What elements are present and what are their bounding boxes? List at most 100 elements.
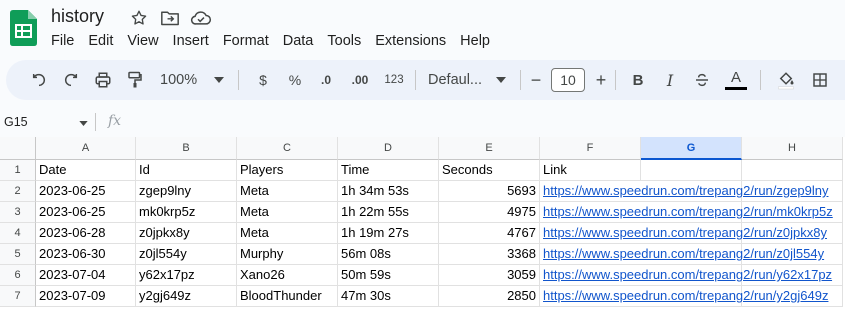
table-cell[interactable]: Meta [237,202,338,223]
increase-font-size-button[interactable]: + [593,66,609,94]
row-header-6[interactable]: 6 [0,265,36,286]
table-cell[interactable]: z0jpkx8y [136,223,237,244]
table-cell[interactable]: 5693 [439,181,540,202]
table-cell[interactable]: 2023-06-28 [36,223,136,244]
select-all-corner[interactable] [0,137,36,160]
header-cell[interactable]: Id [136,160,237,181]
formula-input[interactable] [140,113,840,131]
table-cell[interactable]: 2023-06-30 [36,244,136,265]
table-cell[interactable]: BloodThunder [237,286,338,307]
number-format-button[interactable]: 123 [381,66,407,94]
menu-data[interactable]: Data [276,31,321,51]
table-cell[interactable]: 4975 [439,202,540,223]
fx-icon: fx [108,113,122,129]
table-cell[interactable]: 50m 59s [338,265,439,286]
row-header-7[interactable]: 7 [0,286,36,307]
fill-color-icon[interactable] [775,66,797,94]
run-link[interactable]: https://www.speedrun.com/trepang2/run/z0… [540,223,827,244]
column-header-a[interactable]: A [36,137,136,160]
table-cell[interactable] [641,160,742,181]
table-cell[interactable]: 47m 30s [338,286,439,307]
header-cell[interactable]: Players [237,160,338,181]
table-cell[interactable]: 1h 19m 27s [338,223,439,244]
increase-decimal-button[interactable]: .00 [347,66,373,94]
undo-icon[interactable] [28,66,50,94]
table-cell[interactable]: 2023-06-25 [36,202,136,223]
table-cell[interactable]: Xano26 [237,265,338,286]
column-header-d[interactable]: D [338,137,439,160]
run-link[interactable]: https://www.speedrun.com/trepang2/run/zg… [540,181,828,202]
table-cell[interactable]: 2023-06-25 [36,181,136,202]
run-link[interactable]: https://www.speedrun.com/trepang2/run/y6… [540,265,832,286]
borders-icon[interactable] [809,66,831,94]
table-cell[interactable] [742,160,843,181]
row-header-5[interactable]: 5 [0,244,36,265]
menu-file[interactable]: File [44,31,81,51]
strikethrough-icon[interactable] [692,66,712,94]
table-cell[interactable]: z0jl554y [136,244,237,265]
run-link[interactable]: https://www.speedrun.com/trepang2/run/z0… [540,244,824,265]
name-box[interactable]: G15 [4,113,92,131]
row-header-4[interactable]: 4 [0,223,36,244]
column-header-h[interactable]: H [742,137,843,160]
table-cell[interactable]: Meta [237,181,338,202]
italic-button[interactable]: I [660,66,680,94]
table-cell[interactable]: y62x17pz [136,265,237,286]
column-header-f[interactable]: F [540,137,641,160]
header-cell[interactable]: Time [338,160,439,181]
table-cell[interactable]: 2850 [439,286,540,307]
currency-format-button[interactable]: $ [253,66,273,94]
cloud-saved-icon[interactable] [190,7,212,29]
menu-help[interactable]: Help [453,31,497,51]
decrease-font-size-button[interactable]: − [529,66,543,94]
font-family-select[interactable]: Defaul... [428,66,506,94]
column-header-g[interactable]: G [641,137,742,160]
menu-extensions[interactable]: Extensions [368,31,453,51]
header-cell[interactable]: Seconds [439,160,540,181]
run-link[interactable]: https://www.speedrun.com/trepang2/run/y2… [540,286,828,307]
table-cell[interactable]: 1h 22m 55s [338,202,439,223]
table-cell[interactable]: 4767 [439,223,540,244]
paint-format-icon[interactable] [124,66,146,94]
table-cell[interactable]: 1h 34m 53s [338,181,439,202]
spreadsheet-grid[interactable]: A B C D E F G H 1 Date Id Players Time Seconds Link 2 20… [0,137,845,309]
table-cell[interactable]: 2023-07-09 [36,286,136,307]
formula-divider [95,113,96,131]
text-color-button[interactable]: A [724,66,748,94]
table-cell[interactable]: 3059 [439,265,540,286]
run-link[interactable]: https://www.speedrun.com/trepang2/run/mk… [540,202,833,223]
decrease-decimal-button[interactable]: .0 [313,66,339,94]
menu-insert[interactable]: Insert [166,31,216,51]
redo-icon[interactable] [60,66,82,94]
row-header-1[interactable]: 1 [0,160,36,181]
menu-edit[interactable]: Edit [81,31,120,51]
table-cell[interactable]: y2gj649z [136,286,237,307]
table-cell[interactable]: 56m 08s [338,244,439,265]
menu-view[interactable]: View [120,31,165,51]
star-icon[interactable] [128,7,150,29]
sheets-logo-icon[interactable] [10,10,37,46]
column-header-b[interactable]: B [136,137,237,160]
column-header-c[interactable]: C [237,137,338,160]
move-to-folder-icon[interactable] [159,7,181,29]
document-title[interactable]: history [51,6,104,27]
table-cell[interactable]: 2023-07-04 [36,265,136,286]
font-size-input[interactable]: 10 [551,68,585,92]
table-cell[interactable]: mk0krp5z [136,202,237,223]
table-cell[interactable]: 3368 [439,244,540,265]
bold-button[interactable]: B [628,66,648,94]
row-header-3[interactable]: 3 [0,202,36,223]
column-header-e[interactable]: E [439,137,540,160]
print-icon[interactable] [92,66,114,94]
menu-tools[interactable]: Tools [320,31,368,51]
table-cell[interactable]: Meta [237,223,338,244]
merge-cells-icon[interactable] [841,66,845,94]
row-header-2[interactable]: 2 [0,181,36,202]
zoom-select[interactable]: 100% [160,66,224,94]
table-cell[interactable]: zgep9lny [136,181,237,202]
header-cell[interactable]: Link [540,160,641,181]
table-cell[interactable]: Murphy [237,244,338,265]
percent-format-button[interactable]: % [285,66,305,94]
menu-format[interactable]: Format [216,31,276,51]
header-cell[interactable]: Date [36,160,136,181]
